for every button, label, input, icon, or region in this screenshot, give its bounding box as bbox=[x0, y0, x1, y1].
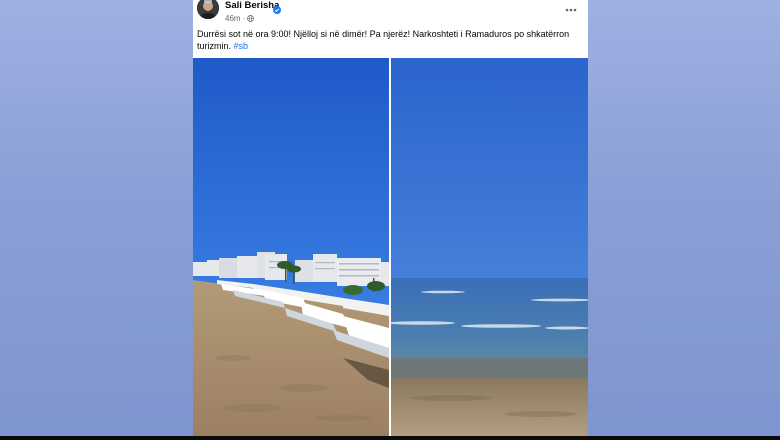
verified-badge-icon bbox=[273, 1, 281, 14]
post-text: Durrësi sot në ora 9:00! Njëlloj si në d… bbox=[197, 28, 577, 52]
photo-beach-loungers[interactable] bbox=[193, 58, 389, 436]
bottom-edge-bar bbox=[0, 436, 780, 440]
more-options-button[interactable] bbox=[563, 3, 579, 15]
author-avatar[interactable] bbox=[197, 0, 219, 19]
post-time[interactable]: 46m bbox=[225, 14, 241, 23]
post-body: Durrësi sot në ora 9:00! Njëlloj si në d… bbox=[197, 29, 570, 51]
meta-separator: · bbox=[242, 14, 246, 23]
post-meta: 46m · bbox=[225, 14, 255, 23]
globe-icon[interactable] bbox=[247, 15, 255, 22]
post-header: Sali Berisha 46m · bbox=[193, 0, 588, 26]
facebook-post: Sali Berisha 46m · Durrësi sot në ora 9:… bbox=[193, 0, 588, 436]
photo-sea-view[interactable] bbox=[391, 58, 588, 436]
hashtag-link[interactable]: #sb bbox=[234, 41, 249, 51]
author-name[interactable]: Sali Berisha bbox=[225, 0, 279, 11]
more-dots-icon bbox=[565, 8, 577, 12]
photo-grid bbox=[193, 58, 588, 436]
